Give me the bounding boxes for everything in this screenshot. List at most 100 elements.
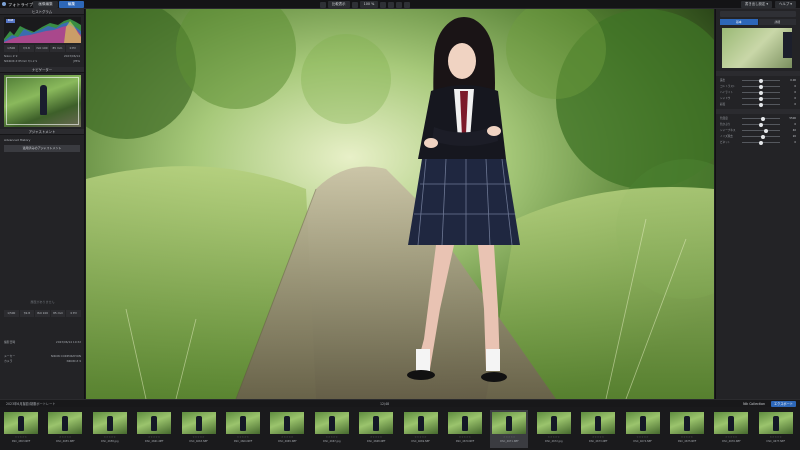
tab-basic[interactable]: 基本	[720, 19, 758, 25]
search-field[interactable]	[720, 11, 796, 17]
slider-handle[interactable]	[759, 122, 763, 127]
adjustments-header[interactable]: アジャストメント	[0, 129, 84, 135]
meta-value: 2023/06/14 10:32	[55, 340, 81, 344]
rating-stars[interactable]: ☆☆☆☆☆	[91, 436, 129, 439]
slider-track[interactable]	[742, 128, 780, 133]
filmstrip-thumbnail[interactable]: ☆☆☆☆☆ DSC_4677.NEF	[757, 410, 795, 448]
slider-value[interactable]: 20	[793, 134, 796, 139]
photo-viewer[interactable]	[86, 9, 714, 399]
rating-stars[interactable]: ☆☆☆☆☆	[712, 436, 750, 439]
slider-value[interactable]: 5500	[789, 116, 796, 121]
slider-value[interactable]: 40	[793, 128, 796, 133]
filmstrip-thumbnail[interactable]: ☆☆☆☆☆ DSC_4667.jpg	[313, 410, 351, 448]
slider-track[interactable]	[742, 134, 780, 139]
fit-icon[interactable]	[351, 1, 358, 8]
brush-icon[interactable]	[388, 1, 395, 8]
slider-value[interactable]: 0	[794, 96, 796, 101]
help-button[interactable]: ヘルプ ▾	[775, 1, 796, 8]
tab-edit[interactable]: 編集	[59, 1, 84, 8]
zoom-select[interactable]: 100 %	[359, 1, 379, 8]
slider-value[interactable]: 0	[794, 102, 796, 107]
compare-button[interactable]: 比較表示	[328, 1, 350, 8]
filmstrip-thumbnail[interactable]: ☆☆☆☆☆ DSC_4663.NEF	[180, 410, 218, 448]
grid-view-icon[interactable]	[320, 1, 326, 8]
preset-preview[interactable]	[722, 28, 792, 68]
info-icon[interactable]	[404, 1, 411, 8]
rating-stars[interactable]: ☆☆☆☆☆	[268, 436, 306, 439]
filmstrip-thumbnail[interactable]: ☆☆☆☆☆ DSC_4665.NEF	[268, 410, 306, 448]
slider-value[interactable]: 0	[794, 122, 796, 127]
tab-photo-edit[interactable]: 画像編集	[33, 1, 58, 8]
left-panel: ヒストグラム RGB 1/500 f/2.8 ISO 100 85 mm 0 E…	[0, 9, 85, 399]
filmstrip-thumbnail[interactable]: ☆☆☆☆☆ DSC_4673.NEF	[579, 410, 617, 448]
rating-stars[interactable]: ☆☆☆☆☆	[313, 436, 351, 439]
slider-value[interactable]: 0	[794, 84, 796, 89]
histogram-header[interactable]: ヒストグラム	[0, 9, 84, 15]
rating-stars[interactable]: ☆☆☆☆☆	[757, 436, 795, 439]
slider-label: ハイライト	[720, 91, 733, 94]
slider-handle[interactable]	[759, 140, 763, 145]
filmstrip-thumbnail[interactable]: ☆☆☆☆☆ DSC_4668.NEF	[357, 410, 395, 448]
filmstrip-thumbnail[interactable]: ☆☆☆☆☆ DSC_4674.NEF	[624, 410, 662, 448]
filmstrip-thumbnail[interactable]: ☆☆☆☆☆ DSC_4675.NEF	[668, 410, 706, 448]
rating-stars[interactable]: ☆☆☆☆☆	[535, 436, 573, 439]
rating-stars[interactable]: ☆☆☆☆☆	[357, 436, 395, 439]
exif-focal: 85 mm	[50, 45, 65, 52]
histogram-channel-chip[interactable]: RGB	[6, 19, 15, 23]
slider-handle[interactable]	[759, 84, 763, 89]
slider-value[interactable]: 0	[794, 90, 796, 95]
slider-handle[interactable]	[763, 128, 768, 133]
slider-handle[interactable]	[759, 90, 763, 95]
slider-track[interactable]	[742, 90, 780, 95]
export-settings-button[interactable]: 書き出し設定 ▾	[740, 1, 773, 8]
rating-stars[interactable]: ☆☆☆☆☆	[2, 436, 40, 439]
filmstrip-thumbnail[interactable]: ☆☆☆☆☆ DSC_4658.jpg	[91, 410, 129, 448]
slider-track[interactable]	[742, 140, 780, 145]
advanced-history-toggle[interactable]: Advanced History	[4, 137, 80, 143]
slider-row: ハイライト 0	[720, 90, 796, 95]
slider-handle[interactable]	[759, 96, 763, 101]
file-name: DSC_4674.NEF	[633, 440, 652, 443]
slider-value[interactable]: 0	[794, 140, 796, 145]
filmstrip-thumbnail[interactable]: ☆☆☆☆☆ DSC_4669.NEF	[402, 410, 440, 448]
tab-advanced[interactable]: 詳細	[758, 19, 796, 25]
slider-handle[interactable]	[759, 78, 763, 83]
filmstrip-thumbnail[interactable]: ☆☆☆☆☆ DSC_4672.jpg	[535, 410, 573, 448]
thumbnail-subject	[151, 416, 158, 431]
rating-stars[interactable]: ☆☆☆☆☆	[490, 436, 528, 439]
slider-row: シャープネス 40	[720, 128, 796, 133]
rating-stars[interactable]: ☆☆☆☆☆	[446, 436, 484, 439]
navigator-header[interactable]: ナビゲーター	[0, 67, 84, 73]
rating-stars[interactable]: ☆☆☆☆☆	[46, 436, 84, 439]
slider-track[interactable]	[742, 84, 780, 89]
crop-icon[interactable]	[380, 1, 387, 8]
file-name: DSC_4664.NEF	[233, 440, 253, 443]
applied-adjustments-button[interactable]: 適用済みのアジャストメント	[4, 145, 80, 152]
rating-stars[interactable]: ☆☆☆☆☆	[402, 436, 440, 439]
filmstrip-thumbnail[interactable]: ☆☆☆☆☆ DSC_4664.NEF	[224, 410, 262, 448]
filmstrip-thumbnail[interactable]: ☆☆☆☆☆ DSC_4661.NEF	[135, 410, 173, 448]
filmstrip-thumbnail[interactable]: ☆☆☆☆☆ DSC_4671.NEF	[490, 410, 529, 448]
rating-stars[interactable]: ☆☆☆☆☆	[668, 436, 706, 439]
filmstrip-thumbnail[interactable]: ☆☆☆☆☆ DSC_4670.NEF	[446, 410, 484, 448]
filmstrip-thumbnail[interactable]: ☆☆☆☆☆ DSC_4653.NEF	[2, 410, 40, 448]
slider-handle[interactable]	[760, 116, 765, 121]
rating-stars[interactable]: ☆☆☆☆☆	[579, 436, 617, 439]
eyedropper-icon[interactable]	[396, 1, 403, 8]
filmstrip-thumbnail[interactable]: ☆☆☆☆☆ DSC_4676.NEF	[712, 410, 750, 448]
rating-stars[interactable]: ☆☆☆☆☆	[135, 436, 173, 439]
slider-handle[interactable]	[761, 134, 766, 139]
slider-track[interactable]	[742, 78, 780, 83]
rating-stars[interactable]: ☆☆☆☆☆	[180, 436, 218, 439]
slider-track[interactable]	[742, 116, 780, 121]
filmstrip-thumbnail[interactable]: ☆☆☆☆☆ DSC_4655.NEF	[46, 410, 84, 448]
slider-track[interactable]	[742, 96, 780, 101]
navigator-view-box[interactable]	[6, 77, 79, 125]
slider-value[interactable]: 0.00	[790, 78, 796, 83]
navigator-preview[interactable]	[4, 75, 81, 127]
slider-track[interactable]	[742, 102, 780, 107]
rating-stars[interactable]: ☆☆☆☆☆	[224, 436, 262, 439]
slider-handle[interactable]	[759, 102, 763, 107]
rating-stars[interactable]: ☆☆☆☆☆	[624, 436, 662, 439]
slider-track[interactable]	[742, 122, 780, 127]
